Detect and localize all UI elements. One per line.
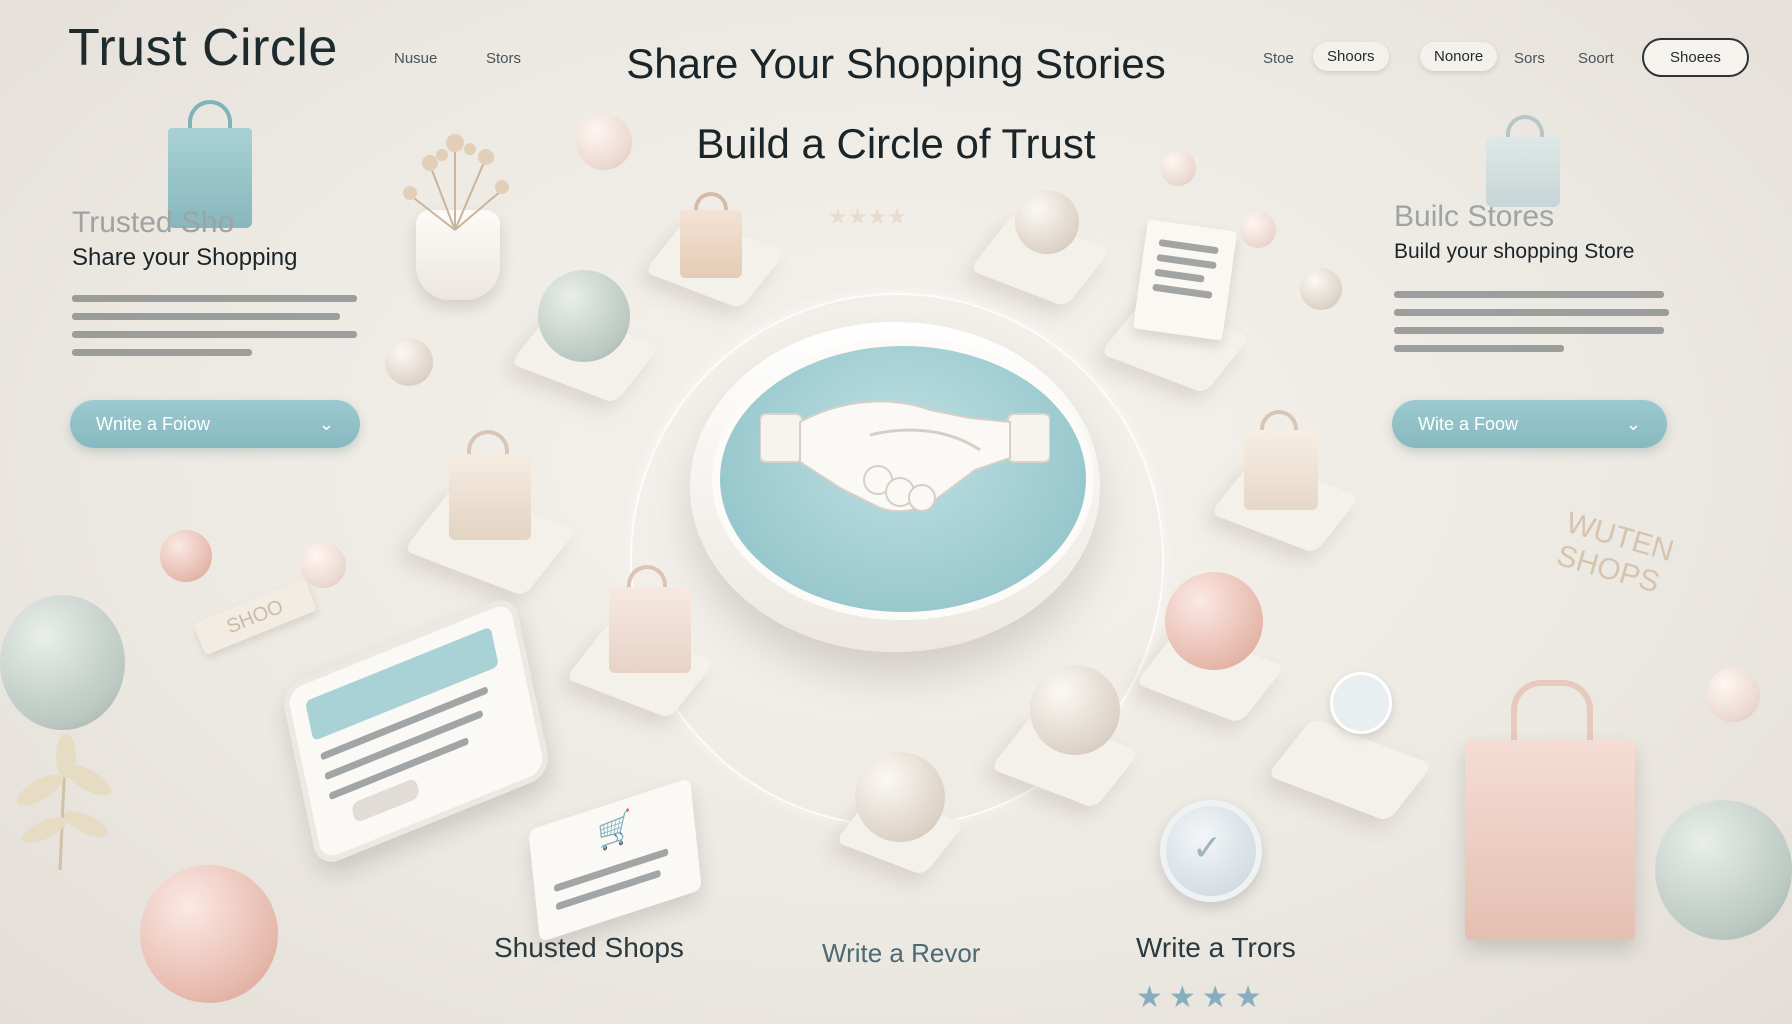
- leaf-plant: [10, 720, 120, 871]
- decor-tile: [1266, 718, 1434, 822]
- chevron-down-icon: ⌄: [1625, 413, 1641, 434]
- handshake-icon: [759, 370, 1051, 530]
- cart-icon: 🛒: [595, 807, 636, 855]
- shop-sign-left: SHOO: [193, 578, 317, 656]
- shopping-bag-icon: [605, 565, 695, 675]
- left-button-label: Wnite a Foiow: [96, 413, 211, 434]
- shopping-bag-icon: [1465, 680, 1645, 940]
- receipt-card: [1132, 219, 1238, 341]
- nav-link-4[interactable]: Sors: [1514, 50, 1545, 67]
- nav-link-3[interactable]: Stoe: [1263, 50, 1294, 67]
- right-write-review-button[interactable]: Wite a Foow ⌄: [1392, 400, 1667, 448]
- chevron-down-icon: ⌄: [318, 413, 334, 434]
- decor-sphere: [1160, 150, 1196, 186]
- left-write-review-button[interactable]: Wnite a Foiow ⌄: [70, 400, 360, 448]
- decor-sphere: [1030, 665, 1120, 755]
- nav-link-5[interactable]: Soort: [1578, 50, 1614, 67]
- star-rating: ★★★★: [1136, 980, 1268, 1015]
- right-heading: Build your shopping Store: [1394, 240, 1635, 263]
- shopping-bag-icon: [1480, 115, 1570, 207]
- play-badge-icon: [1330, 672, 1392, 734]
- nav-pill-2[interactable]: Nonore: [1420, 42, 1498, 71]
- footer-link-trusted-shops[interactable]: Shusted Shops: [494, 932, 684, 964]
- decor-sphere: [538, 270, 630, 362]
- decor-sphere: [1655, 800, 1792, 940]
- left-faded-title: Trusted Sho: [72, 206, 235, 239]
- right-body-text: [1394, 280, 1669, 363]
- nav-pill-1[interactable]: Shoors: [1313, 42, 1389, 71]
- decor-sphere: [140, 865, 278, 1003]
- decor-sphere: [855, 752, 945, 842]
- decor-sphere: [1240, 212, 1276, 248]
- shopping-bag-icon: [1240, 410, 1320, 510]
- cart-card: 🛒: [528, 777, 702, 943]
- dried-flowers: [390, 125, 520, 235]
- right-button-label: Wite a Foow: [1418, 413, 1519, 434]
- decor-sphere: [300, 542, 346, 588]
- decor-sphere: [1706, 668, 1760, 722]
- shopping-bag-icon: [445, 430, 535, 540]
- rating-stars-decor: ★★★★: [828, 205, 907, 230]
- decor-sphere: [1015, 190, 1079, 254]
- decor-sphere: [576, 114, 632, 170]
- decor-sphere: [160, 530, 212, 582]
- left-body-text: [72, 284, 357, 367]
- shopping-bag-icon: [676, 192, 744, 282]
- left-heading: Share your Shopping: [72, 244, 298, 271]
- check-coin-icon: ✓: [1160, 800, 1262, 902]
- decor-sphere: [1165, 572, 1263, 670]
- footer-link-write-review[interactable]: Write a Revor: [822, 938, 980, 969]
- shop-sign-right: WUTEN SHOPS: [1553, 506, 1677, 602]
- decor-sphere: [1300, 268, 1342, 310]
- decor-sphere: [385, 338, 433, 386]
- header-cta-button[interactable]: Shoees: [1642, 38, 1749, 77]
- right-faded-title: Builc Stores: [1394, 200, 1555, 233]
- decor-sphere: [0, 595, 125, 730]
- footer-link-write-trust[interactable]: Write a Trors: [1136, 932, 1296, 964]
- phone-mockup: [279, 593, 553, 869]
